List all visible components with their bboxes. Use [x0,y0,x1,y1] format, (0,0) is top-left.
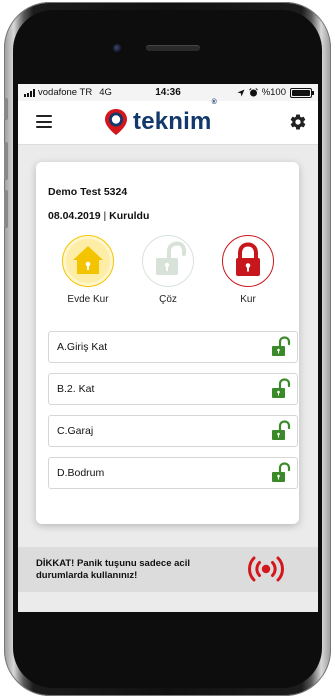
unlock-icon[interactable] [271,378,291,399]
battery-percent: %100 [261,87,286,98]
zone-label: B.2. Kat [57,383,95,395]
arm-home-button[interactable]: Evde Kur [53,235,123,305]
zone-item[interactable]: C.Garaj [48,415,298,447]
home-icon [62,235,114,287]
arm-label: Kur [240,294,256,305]
alarm-clock-icon [248,88,258,97]
signal-icon [24,88,35,97]
front-camera [113,44,122,53]
system-card: Demo Test 5324 08.04.2019 | Kuruldu Evde… [36,162,299,524]
panic-bar: DİKKAT! Panik tuşunu sadece acil durumla… [18,547,318,592]
earpiece-speaker [146,45,200,51]
hamburger-menu-icon[interactable] [36,115,52,128]
app-screen: vodafone TR 4G 14:36 %100 teknim® Demo T… [18,84,318,612]
zone-item[interactable]: B.2. Kat [48,373,298,405]
mute-switch [4,98,8,120]
brand-logo: teknim® [104,99,217,136]
lock-icon [222,235,274,287]
panic-warning-text: DİKKAT! Panik tuşunu sadece acil durumla… [36,558,190,581]
zone-label: A.Giriş Kat [57,341,108,353]
arm-home-label: Evde Kur [67,294,109,305]
system-status: Kuruldu [109,210,150,222]
zone-label: C.Garaj [57,425,94,437]
zone-list: A.Giriş Kat B.2. Kat C.Garaj D.Bodrum [48,331,298,499]
zone-label: D.Bodrum [57,467,105,479]
volume-up-button [4,142,8,180]
carrier-name: vodafone TR [38,87,93,98]
network-type: 4G [99,87,112,98]
gear-icon[interactable] [289,113,307,131]
arm-button[interactable]: Kur [213,235,283,305]
system-status-line: 08.04.2019 | Kuruldu [48,210,150,222]
zone-item[interactable]: A.Giriş Kat [48,331,298,363]
disarm-label: Çöz [159,294,177,305]
unlock-icon[interactable] [271,462,291,483]
app-header: teknim® [18,99,318,145]
system-date: 08.04.2019 [48,210,101,222]
unlock-icon[interactable] [271,420,291,441]
logo-wordmark: teknim® [133,99,217,135]
unlock-icon[interactable] [271,336,291,357]
unlock-icon [142,235,194,287]
battery-icon [290,87,314,98]
status-bar: vodafone TR 4G 14:36 %100 [18,84,318,101]
zone-item[interactable]: D.Bodrum [48,457,298,489]
system-name: Demo Test 5324 [48,186,128,198]
location-arrow-icon [237,89,245,96]
panic-alarm-icon[interactable] [244,553,288,585]
location-pin-icon [105,109,127,135]
volume-down-button [4,190,8,228]
disarm-button[interactable]: Çöz [133,235,203,305]
